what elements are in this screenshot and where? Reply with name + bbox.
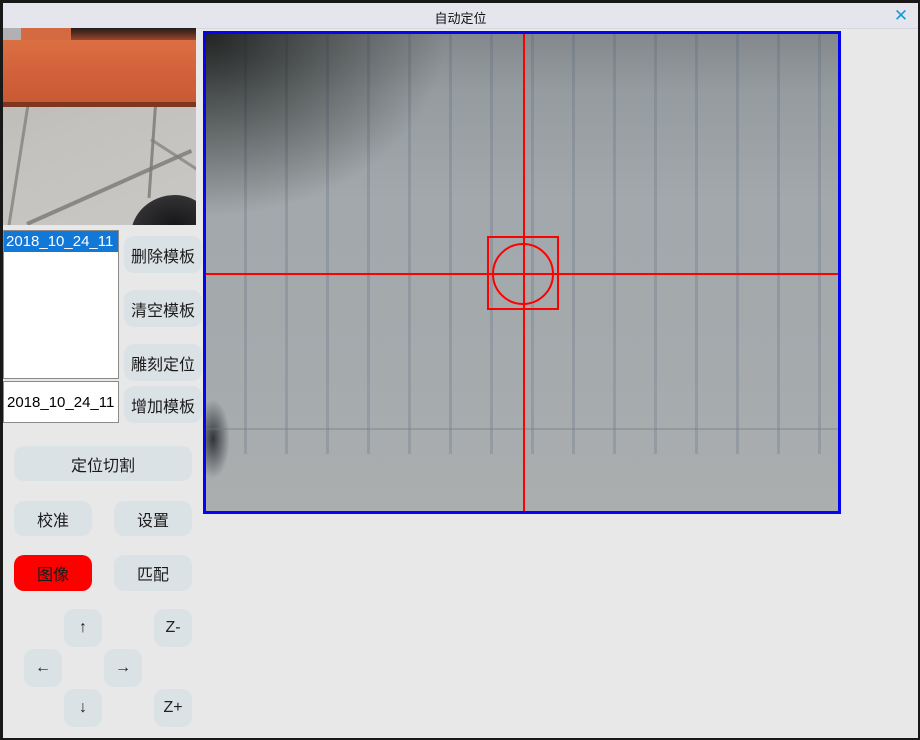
jog-down-button[interactable]: ↓ — [64, 689, 102, 727]
add-template-button[interactable]: 增加模板 — [124, 386, 202, 423]
camera-dark-smudge — [203, 399, 230, 479]
camera-horizontal-seam — [206, 428, 838, 430]
dialog-title: 自动定位 — [3, 8, 918, 27]
auto-position-dialog: 自动定位 ✕ 2018_10_24_11 删除模板 清空模板 雕刻定位 增加模板… — [0, 0, 920, 740]
thumbnail-orange-plank — [3, 40, 196, 107]
calibrate-button[interactable]: 校准 — [14, 501, 92, 536]
roi-circle-marker — [492, 243, 554, 305]
jog-z-minus-button[interactable]: Z- — [154, 609, 192, 647]
jog-left-button[interactable]: ← — [24, 649, 62, 687]
jog-z-plus-button[interactable]: Z+ — [154, 689, 192, 727]
template-name-input[interactable] — [3, 381, 119, 423]
template-thumbnail — [3, 28, 196, 225]
image-button-active[interactable]: 图像 — [14, 555, 92, 591]
engrave-position-button[interactable]: 雕刻定位 — [124, 344, 202, 381]
clear-templates-button[interactable]: 清空模板 — [124, 290, 202, 327]
camera-live-view[interactable] — [203, 31, 841, 514]
title-bar: 自动定位 ✕ — [3, 3, 918, 29]
close-icon[interactable]: ✕ — [890, 5, 912, 27]
camera-vignette — [206, 34, 490, 249]
jog-up-button[interactable]: ↑ — [64, 609, 102, 647]
position-cut-button[interactable]: 定位切割 — [14, 446, 192, 481]
settings-button[interactable]: 设置 — [114, 501, 192, 536]
match-button[interactable]: 匹配 — [114, 555, 192, 591]
jog-right-button[interactable]: → — [104, 649, 142, 687]
delete-template-button[interactable]: 删除模板 — [124, 236, 202, 273]
list-item[interactable]: 2018_10_24_11 — [4, 231, 118, 252]
template-list[interactable]: 2018_10_24_11 — [3, 230, 119, 379]
